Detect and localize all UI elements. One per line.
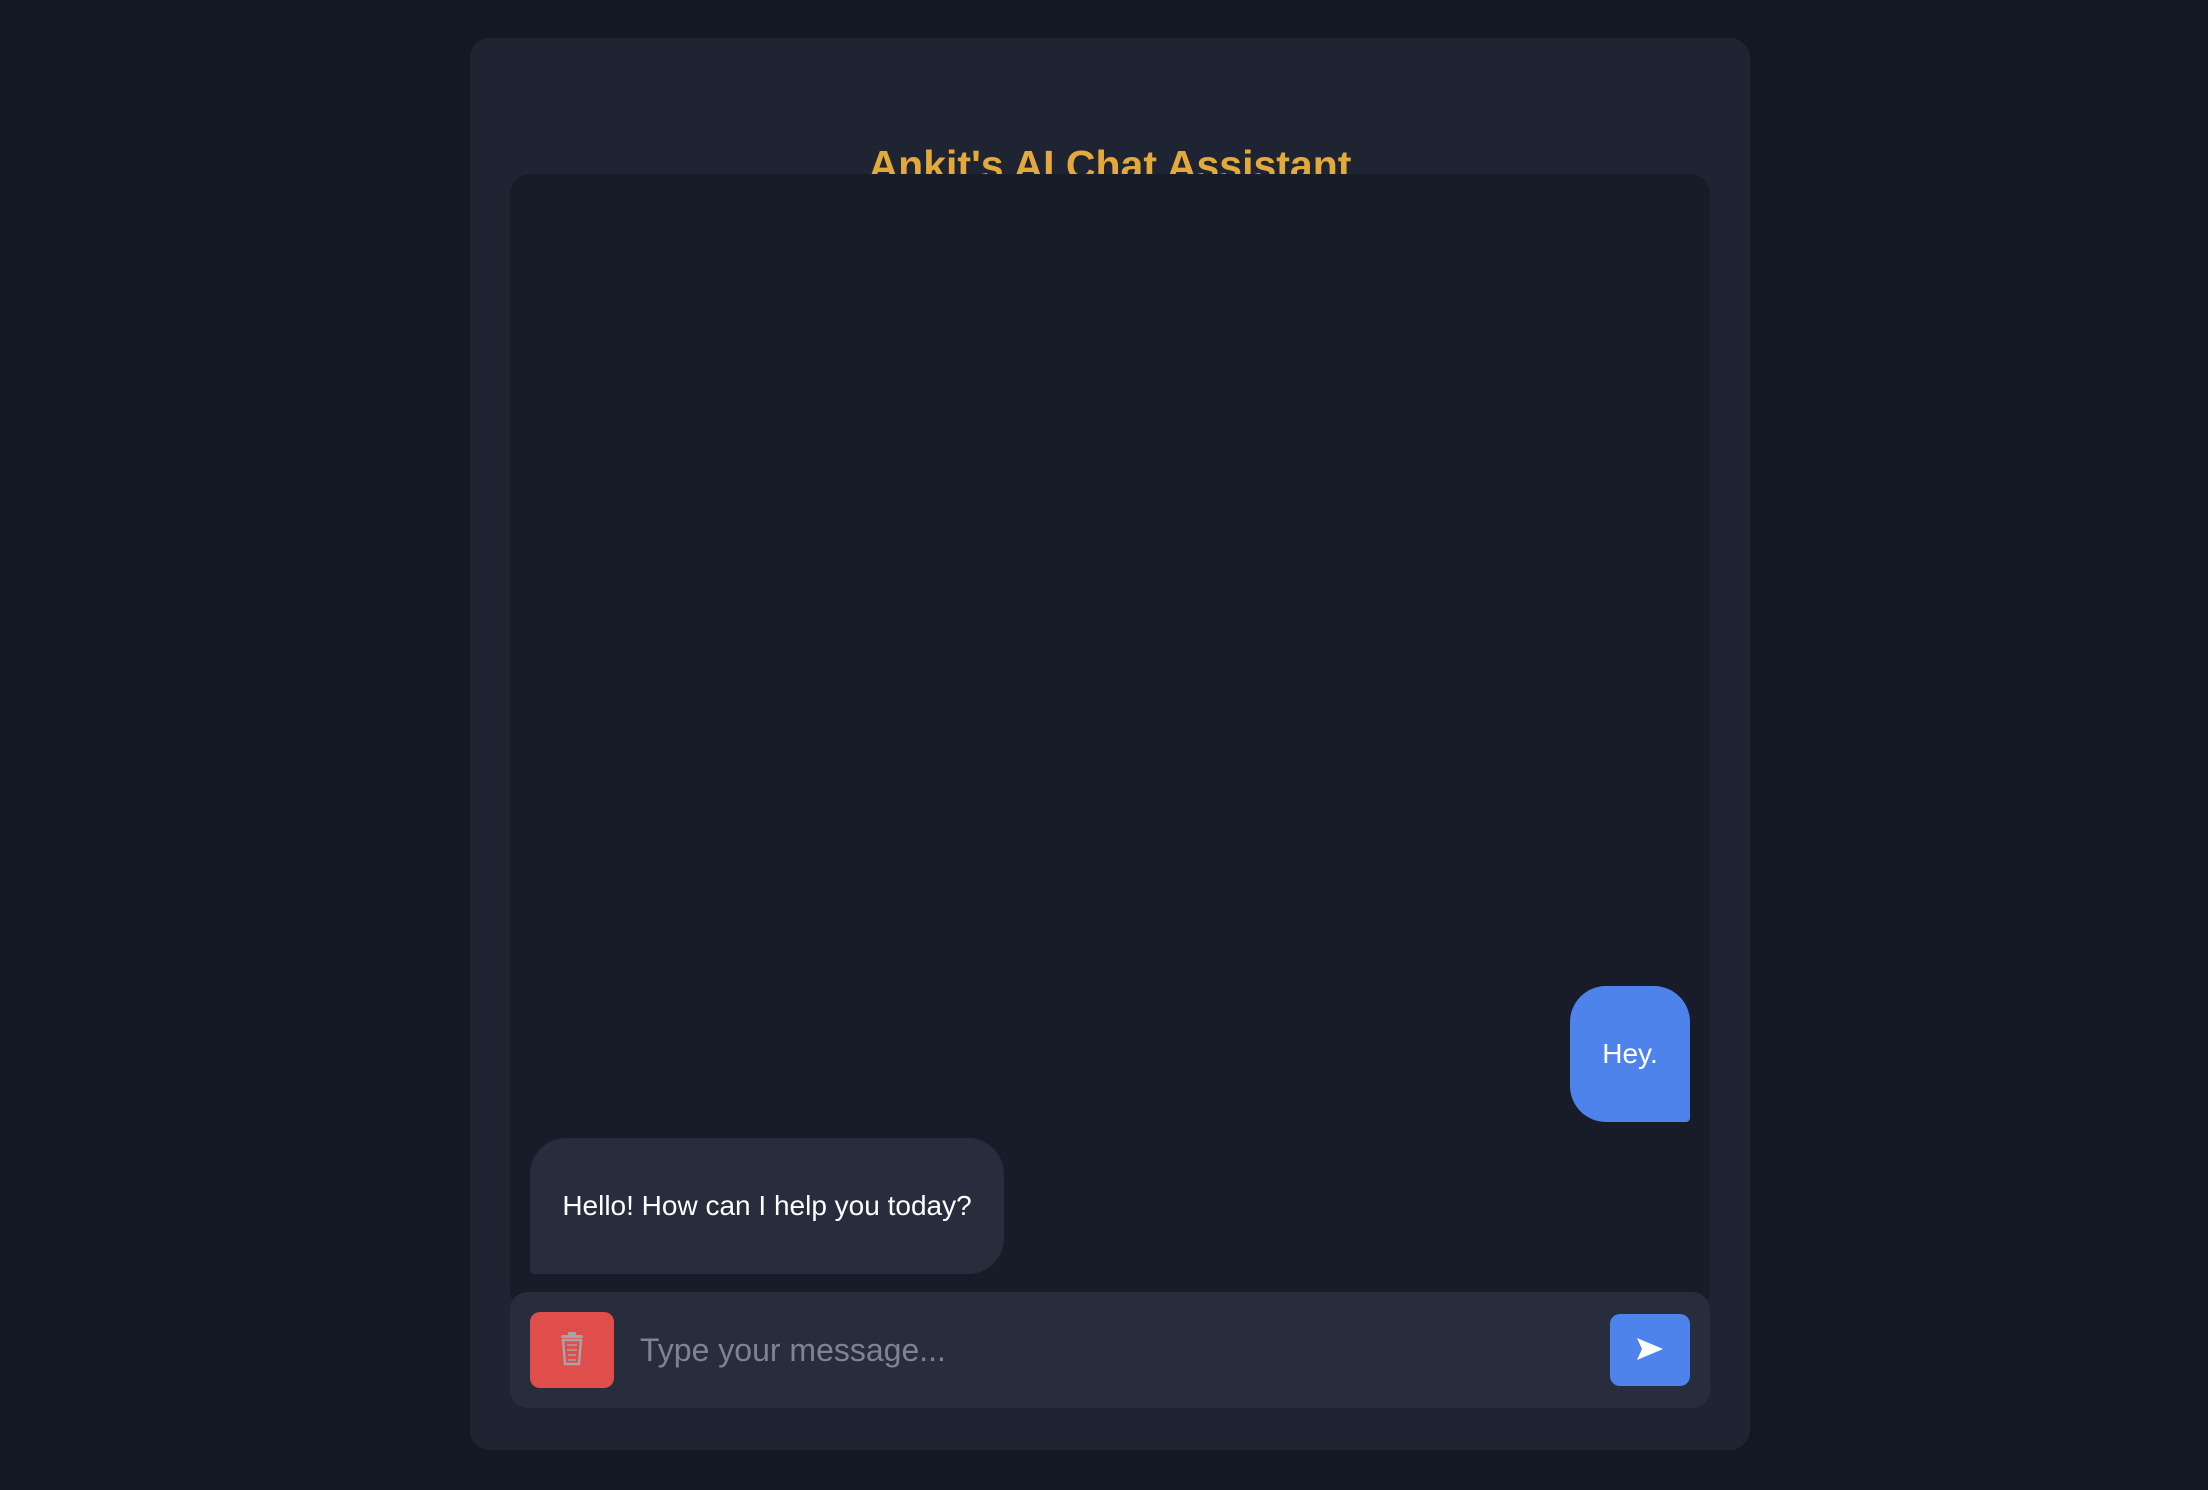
message-input[interactable] (630, 1312, 1580, 1388)
trash-icon (557, 1331, 587, 1369)
chat-app-panel: Ankit's AI Chat Assistant Hey. Hello! Ho… (470, 38, 1750, 1450)
send-arrow-icon (1637, 1337, 1663, 1363)
chat-messages-area[interactable]: Hey. Hello! How can I help you today? (510, 174, 1710, 1310)
user-message-bubble: Hey. (1570, 986, 1690, 1122)
message-input-bar (510, 1292, 1710, 1408)
clear-chat-button[interactable] (530, 1312, 614, 1388)
assistant-message-bubble: Hello! How can I help you today? (530, 1138, 1004, 1274)
send-button[interactable] (1610, 1314, 1690, 1386)
